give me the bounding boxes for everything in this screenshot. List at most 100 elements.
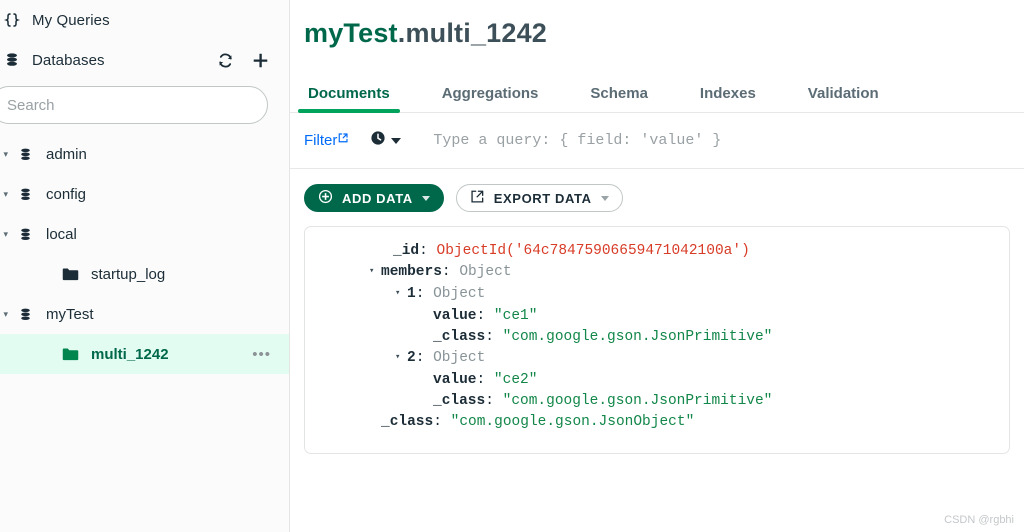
folder-icon [62, 267, 79, 282]
field-value: "ce1" [493, 308, 538, 324]
export-icon [470, 189, 485, 207]
query-input[interactable] [431, 131, 956, 150]
field-key: members [381, 264, 442, 280]
document-field-row: ▾ members: Object [305, 262, 1009, 284]
add-data-label: ADD DATA [342, 190, 413, 206]
chevron-down-icon[interactable]: ▾ [0, 149, 8, 160]
page-title: myTest.multi_1242 [290, 0, 1024, 49]
document-field-row: value: "ce2" [305, 370, 1009, 391]
field-key: value [433, 308, 477, 324]
external-link-icon [338, 130, 348, 147]
tree-item-label: local [46, 225, 77, 243]
tab-bar: Documents Aggregations Schema Indexes Va… [290, 67, 1024, 113]
expand-arrow-icon[interactable]: ▾ [395, 347, 407, 368]
field-colon: : [485, 329, 503, 345]
plus-icon[interactable] [252, 52, 269, 69]
tree-item-config[interactable]: ▾ config [0, 174, 289, 214]
document-field-row: _class: "com.google.gson.JsonObject" [305, 412, 1009, 433]
tab-documents[interactable]: Documents [298, 85, 400, 113]
filter-label: Filter [304, 132, 338, 149]
field-value: "ce2" [493, 372, 538, 388]
field-key: 2 [407, 350, 416, 366]
document-field-row: _id: ObjectId('64c78475906659471042100a'… [305, 241, 1009, 262]
chevron-down-icon[interactable]: ▾ [0, 189, 8, 200]
chevron-down-icon [600, 195, 609, 201]
clock-icon [370, 130, 386, 151]
search-container [0, 80, 289, 124]
chevron-down-icon[interactable]: ▾ [0, 309, 8, 320]
app-window: My Queries Databases Search ▾ admin ▾ co… [0, 0, 1024, 532]
namespace-database: myTest [304, 18, 398, 48]
tree-item-label: multi_1242 [91, 345, 169, 363]
sidebar-item-my-queries[interactable]: My Queries [0, 0, 289, 40]
tree-item-admin[interactable]: ▾ admin [0, 134, 289, 174]
field-value: Object [459, 264, 512, 280]
document-field-row: ▾ 1: Object [305, 284, 1009, 306]
chevron-down-icon [421, 195, 430, 201]
field-value: Object [433, 286, 486, 302]
database-tree: ▾ admin ▾ config ▾ local startup_log ▾ m… [0, 134, 289, 374]
expand-arrow-icon[interactable]: ▾ [395, 283, 407, 304]
expand-arrow-icon[interactable]: ▾ [369, 261, 381, 282]
field-key: 1 [407, 286, 416, 302]
query-history-button[interactable] [370, 130, 402, 151]
refresh-icon[interactable] [217, 52, 234, 69]
document-field-row: value: "ce1" [305, 306, 1009, 327]
main-panel: myTest.multi_1242 Documents Aggregations… [290, 0, 1024, 532]
document-field-row: _class: "com.google.gson.JsonPrimitive" [305, 391, 1009, 412]
search-input[interactable] [0, 86, 268, 124]
field-colon: : [476, 308, 494, 324]
chevron-down-icon [391, 137, 402, 144]
filter-label-link[interactable]: Filter [304, 132, 348, 149]
field-value: "com.google.gson.JsonObject" [450, 414, 695, 430]
field-value: Object [433, 350, 486, 366]
tree-item-label: myTest [46, 305, 94, 323]
database-icon [18, 147, 33, 162]
tree-item-label: config [46, 185, 87, 203]
watermark: CSDN @rgbhi [944, 514, 1014, 526]
sidebar: My Queries Databases Search ▾ admin ▾ co… [0, 0, 290, 532]
plus-circle-icon [318, 189, 333, 207]
field-colon: : [415, 350, 434, 366]
braces-icon [0, 12, 20, 28]
tree-item-label: admin [46, 145, 87, 163]
field-value: "com.google.gson.JsonPrimitive" [502, 329, 773, 345]
field-key: _id [393, 243, 420, 259]
tree-item-multi-1242[interactable]: multi_1242 ••• [0, 334, 289, 374]
database-icon [18, 307, 33, 322]
sidebar-databases-label: Databases [32, 51, 105, 69]
field-colon: : [415, 286, 434, 302]
document-field-row: ▾ 2: Object [305, 348, 1009, 370]
namespace-collection: multi_1242 [405, 18, 548, 48]
field-key: value [433, 372, 477, 388]
tree-item-startup-log[interactable]: startup_log [0, 254, 289, 294]
field-colon: : [476, 372, 494, 388]
tab-aggregations[interactable]: Aggregations [438, 85, 543, 112]
folder-icon [62, 347, 79, 362]
database-icon [18, 227, 33, 242]
add-data-button[interactable]: ADD DATA [304, 184, 444, 212]
tab-schema[interactable]: Schema [586, 85, 652, 112]
field-key: _class [433, 393, 486, 409]
database-icon [18, 187, 33, 202]
action-bar: ADD DATA EXPORT DATA [290, 169, 1024, 212]
tab-validation[interactable]: Validation [804, 85, 883, 112]
document-card[interactable]: _id: ObjectId('64c78475906659471042100a'… [304, 226, 1010, 454]
document-field-row: _class: "com.google.gson.JsonPrimitive" [305, 327, 1009, 348]
field-value: ObjectId('64c78475906659471042100a') [436, 243, 750, 259]
field-key: _class [381, 414, 434, 430]
sidebar-my-queries-label: My Queries [32, 11, 110, 29]
field-key: _class [433, 329, 486, 345]
collection-options-icon[interactable]: ••• [252, 347, 271, 362]
export-data-label: EXPORT DATA [493, 190, 592, 206]
tab-indexes[interactable]: Indexes [696, 85, 760, 112]
tree-item-local[interactable]: ▾ local [0, 214, 289, 254]
sidebar-header-actions [217, 52, 289, 69]
sidebar-item-databases[interactable]: Databases [0, 40, 289, 80]
tree-item-mytest[interactable]: ▾ myTest [0, 294, 289, 334]
chevron-down-icon[interactable]: ▾ [0, 229, 8, 240]
export-data-button[interactable]: EXPORT DATA [455, 184, 623, 212]
field-colon: : [441, 264, 460, 280]
field-colon: : [485, 393, 503, 409]
field-colon: : [419, 243, 437, 259]
